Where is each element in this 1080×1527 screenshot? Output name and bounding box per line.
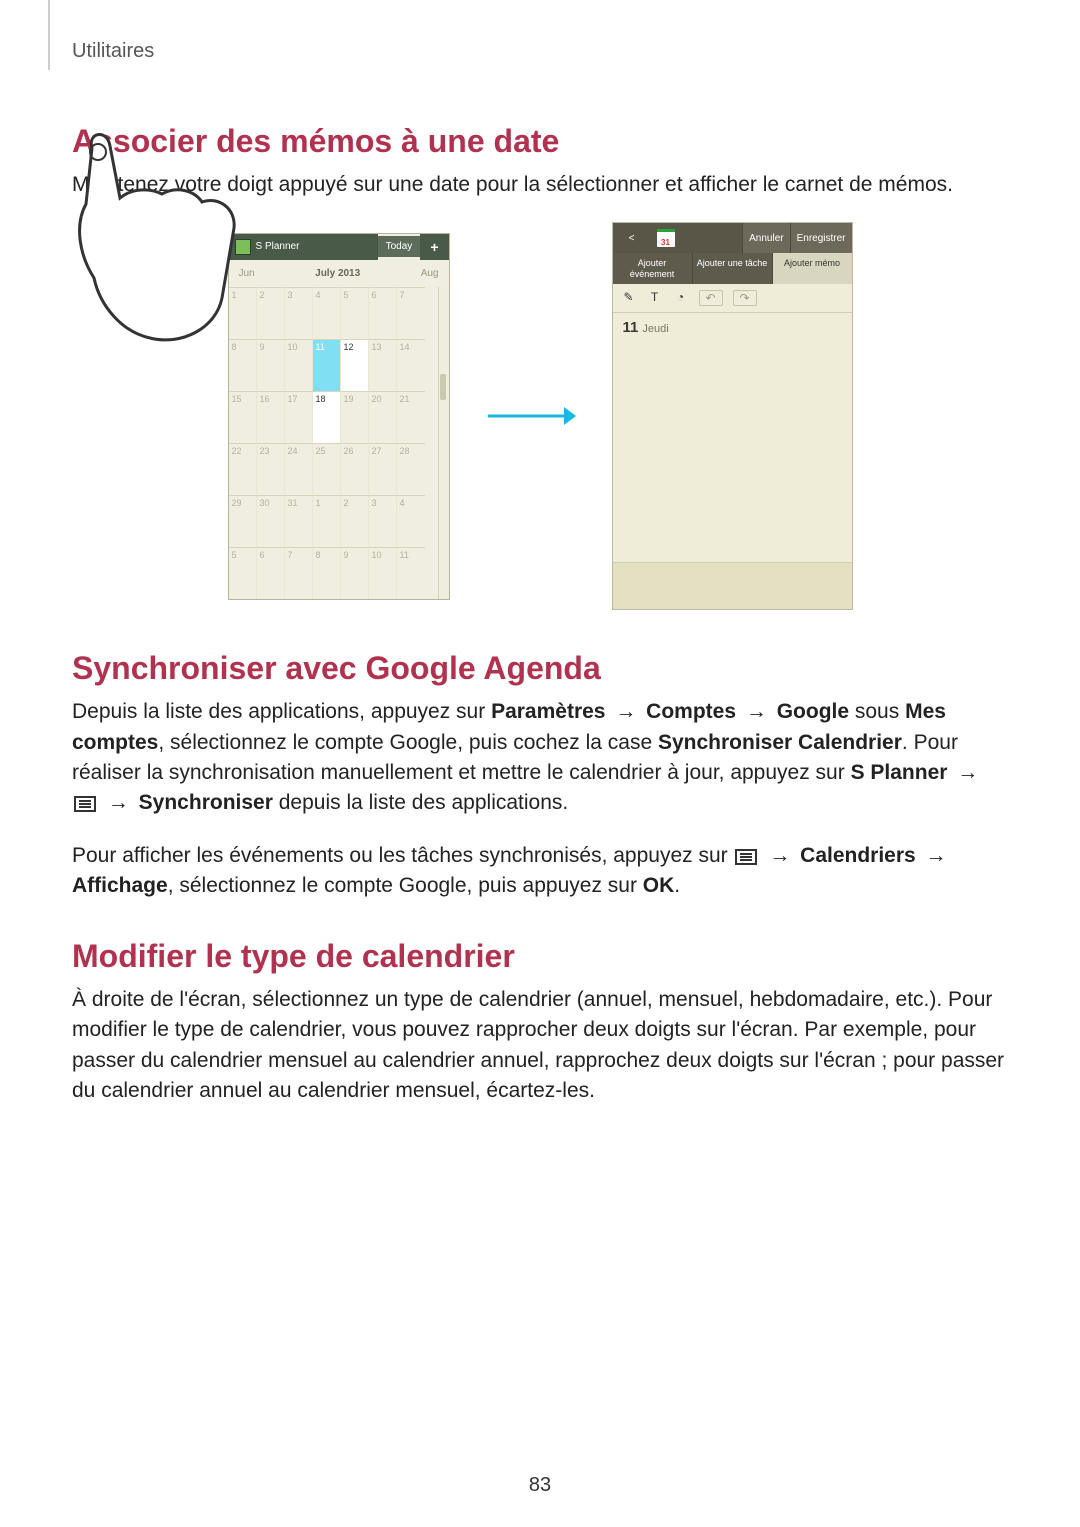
calendar-day-cell[interactable]: 16 <box>257 391 285 443</box>
tab-add-task[interactable]: Ajouter une tâche <box>693 253 773 284</box>
calendar-day-cell[interactable]: 9 <box>257 339 285 391</box>
calendar-day-cell[interactable]: 5 <box>229 547 257 599</box>
calendar-day-cell[interactable]: 24 <box>285 443 313 495</box>
calendar-day-icon: 31 <box>657 229 675 247</box>
calendar-day-cell[interactable]: 29 <box>229 495 257 547</box>
tab-add-event[interactable]: Ajouter événement <box>613 253 693 284</box>
calendar-day-cell[interactable]: 27 <box>369 443 397 495</box>
calendar-day-cell[interactable]: 3 <box>369 495 397 547</box>
calendar-day-cell[interactable]: 4 <box>397 495 425 547</box>
calendar-day-cell[interactable]: 1 <box>313 495 341 547</box>
calendar-day-cell[interactable]: 23 <box>257 443 285 495</box>
save-button[interactable]: Enregistrer <box>791 223 852 253</box>
pen-tool-icon[interactable]: ✎ <box>621 290 637 304</box>
memo-date-day: Jeudi <box>642 323 668 335</box>
calendar-day-cell[interactable]: 31 <box>285 495 313 547</box>
calendar-day-cell[interactable]: 6 <box>257 547 285 599</box>
memo-date-number: 11 <box>623 319 639 336</box>
calendar-day-cell[interactable]: 1 <box>229 287 257 339</box>
calendar-day-cell[interactable]: 5 <box>341 287 369 339</box>
calendar-day-cell[interactable]: 10 <box>285 339 313 391</box>
eraser-tool-icon[interactable]: ◔ <box>673 290 689 304</box>
arrow-right-icon <box>486 403 576 429</box>
calendar-day-cell[interactable]: 26 <box>341 443 369 495</box>
page-number: 83 <box>0 1474 1080 1497</box>
calendar-day-cell[interactable]: 11 <box>397 547 425 599</box>
tab-add-memo[interactable]: Ajouter mémo <box>773 253 852 284</box>
calendar-day-cell[interactable]: 2 <box>257 287 285 339</box>
add-button[interactable]: + <box>420 234 448 260</box>
calendar-day-cell[interactable]: 22 <box>229 443 257 495</box>
calendar-mockup: S Planner Today + Jun July 2013 Aug 1234… <box>228 233 450 600</box>
current-year: 2013 <box>338 268 360 279</box>
calendar-day-cell[interactable]: 11 <box>313 339 341 391</box>
text-tool-icon[interactable]: T <box>647 290 663 304</box>
margin-rule <box>48 0 50 70</box>
prev-month: Jun <box>239 268 255 279</box>
heading-associate-memos: Associer des mémos à une date <box>72 123 1008 160</box>
calendar-day-cell[interactable]: 7 <box>285 547 313 599</box>
calendar-day-cell[interactable]: 17 <box>285 391 313 443</box>
calendar-day-cell[interactable]: 25 <box>313 443 341 495</box>
today-button[interactable]: Today <box>378 236 421 257</box>
hand-pointer-icon <box>72 128 242 353</box>
calendar-app-name: S Planner <box>256 241 300 252</box>
calendar-day-cell[interactable]: 3 <box>285 287 313 339</box>
calendar-day-cell[interactable]: 28 <box>397 443 425 495</box>
calendar-day-cell[interactable]: 12 <box>341 339 369 391</box>
para-modify-type: À droite de l'écran, sélectionnez un typ… <box>72 985 1008 1107</box>
heading-sync-google: Synchroniser avec Google Agenda <box>72 650 1008 687</box>
calendar-day-cell[interactable]: 8 <box>313 547 341 599</box>
month-switcher: Jun July 2013 Aug <box>229 260 449 287</box>
cancel-button[interactable]: Annuler <box>742 223 790 253</box>
para-associate-memos: Maintenez votre doigt appuyé sur une dat… <box>72 170 1008 200</box>
current-month: July <box>315 268 335 279</box>
calendar-day-cell[interactable]: 8 <box>229 339 257 391</box>
calendar-day-cell[interactable]: 19 <box>341 391 369 443</box>
calendar-day-cell[interactable]: 30 <box>257 495 285 547</box>
calendar-day-cell[interactable]: 13 <box>369 339 397 391</box>
calendar-day-cell[interactable]: 4 <box>313 287 341 339</box>
memo-canvas[interactable] <box>613 342 852 562</box>
figure-row: S Planner Today + Jun July 2013 Aug 1234… <box>72 222 1008 610</box>
calendar-day-cell[interactable]: 15 <box>229 391 257 443</box>
para-sync-2: Pour afficher les événements ou les tâch… <box>72 841 1008 902</box>
menu-icon <box>74 796 96 812</box>
calendar-scroll[interactable] <box>438 287 449 599</box>
memo-footer <box>613 562 852 609</box>
memo-mockup: < 31 Annuler Enregistrer Ajouter événeme… <box>612 222 853 610</box>
memo-date: 11 Jeudi <box>613 313 852 342</box>
next-month: Aug <box>421 268 439 279</box>
redo-icon[interactable]: ↷ <box>733 290 757 306</box>
calendar-day-cell[interactable]: 14 <box>397 339 425 391</box>
calendar-day-cell[interactable]: 21 <box>397 391 425 443</box>
back-button[interactable]: < <box>613 223 651 253</box>
running-head: Utilitaires <box>72 40 1008 63</box>
calendar-day-cell[interactable]: 6 <box>369 287 397 339</box>
calendar-day-cell[interactable]: 20 <box>369 391 397 443</box>
calendar-header: S Planner Today + <box>229 234 449 260</box>
calendar-badge: 31 <box>651 223 681 253</box>
heading-modify-calendar-type: Modifier le type de calendrier <box>72 938 1008 975</box>
chevron-left-icon: < <box>629 233 635 244</box>
calendar-app-icon <box>235 239 251 255</box>
calendar-day-cell[interactable]: 7 <box>397 287 425 339</box>
calendar-day-cell[interactable]: 10 <box>369 547 397 599</box>
para-sync-1: Depuis la liste des applications, appuye… <box>72 697 1008 819</box>
calendar-grid: 1234567891011121314151617181920212223242… <box>229 287 438 599</box>
menu-icon <box>735 849 757 865</box>
undo-icon[interactable]: ↶ <box>699 290 723 306</box>
calendar-day-cell[interactable]: 2 <box>341 495 369 547</box>
calendar-day-cell[interactable]: 18 <box>313 391 341 443</box>
calendar-day-cell[interactable]: 9 <box>341 547 369 599</box>
